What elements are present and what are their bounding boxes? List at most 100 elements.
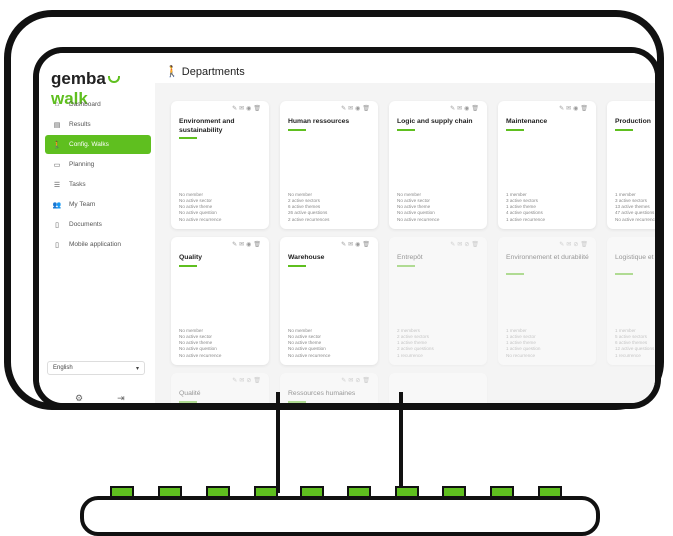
main-content: 🚶 Departments ✎✉◉🗑 Environment and susta… [155, 53, 655, 403]
sidebar-item-label: Planning [69, 161, 95, 168]
department-card[interactable]: ✎✉⊘🗑 Environnement et durabilité 1 membe… [498, 237, 596, 365]
trash-icon[interactable]: 🗑 [362, 106, 372, 112]
card-stat: 47 active questions [615, 210, 655, 216]
card-actions: ✎✉⊘🗑 [450, 241, 481, 248]
card-stat: No active question [288, 346, 326, 352]
home-icon: ⌂ [54, 101, 60, 108]
trash-icon[interactable]: 🗑 [471, 106, 481, 112]
sidebar-item-my-team[interactable]: 👥 My Team [45, 195, 151, 214]
phone-icon: ▯ [55, 241, 59, 249]
department-card[interactable]: ✎✉◉🗑 Human ressources No member 2 active… [280, 101, 378, 229]
card-stats: 2 members 2 active sectors 1 active them… [397, 328, 434, 359]
walker-icon: 🚶 [165, 66, 179, 78]
card-actions: ✎✉⊘🗑 [341, 377, 372, 384]
department-card[interactable]: ✎✉◉🗑 Maintenance 1 member 3 active secto… [498, 101, 596, 229]
sidebar-item-tasks[interactable]: ☰ Tasks [45, 175, 151, 194]
sidebar-item-label: Config. Walks [69, 141, 109, 148]
department-card[interactable]: ✎✉◉🗑 Logic and supply chain No member No… [389, 101, 487, 229]
monitor-stand-left [276, 392, 280, 493]
monitor-base [80, 496, 600, 536]
card-title: Qualité [179, 390, 201, 397]
page-title-text: Departments [181, 66, 245, 78]
card-accent [397, 129, 415, 131]
logo-text-gemba: gemba [51, 69, 106, 88]
card-title: Entrepôt [397, 254, 423, 261]
card-stat: No active recurrence [179, 216, 222, 222]
card-actions: ✎✉◉🗑 [232, 105, 263, 112]
sidebar-item-documents[interactable]: ▯ Documents [45, 215, 151, 234]
sidebar-item-label: Mobile application [69, 241, 122, 248]
trash-icon[interactable]: 🗑 [580, 242, 590, 248]
card-accent [506, 129, 524, 131]
list-icon: ☰ [53, 181, 61, 189]
card-actions: ✎✉◉🗑 [341, 105, 372, 112]
department-card[interactable]: ✎✉◉🗑 Warehouse No member No active secto… [280, 237, 378, 365]
sidebar-item-results[interactable]: ▤ Results [45, 115, 151, 134]
language-select-value: English [53, 365, 73, 371]
card-actions: ✎✉⊘🗑 [559, 241, 590, 248]
card-accent [288, 129, 306, 131]
walker-icon: 🚶 [52, 141, 62, 149]
department-card[interactable]: ✎✉◉🗑 Environment and sustainability No m… [171, 101, 269, 229]
card-stat: No active recurrence [615, 216, 658, 222]
gear-icon[interactable]: ⚙ [75, 393, 83, 403]
language-select[interactable]: English ▾ [47, 361, 145, 375]
trash-icon[interactable]: 🗑 [362, 378, 372, 384]
sidebar-item-mobile-application[interactable]: ▯ Mobile application [45, 235, 151, 254]
card-accent [288, 265, 306, 267]
department-card[interactable]: ✎ Logistique et d'approvision 1 member 5… [607, 237, 655, 365]
sidebar-item-config-walks[interactable]: 🚶 Config. Walks [45, 135, 151, 154]
card-actions: ✎✉◉🗑 [450, 105, 481, 112]
calendar-icon: ▭ [53, 161, 61, 169]
logout-icon[interactable]: ⇥ [117, 393, 125, 403]
department-card[interactable]: ✎ Production 1 member 3 active sectors 1… [607, 101, 658, 229]
sidebar-item-label: My Team [69, 201, 96, 208]
card-actions: ✎✉⊘🗑 [232, 377, 263, 384]
card-accent [397, 265, 415, 267]
team-icon: 👥 [52, 201, 62, 209]
department-card[interactable]: ✎✉⊘🗑 Entrepôt 2 members 2 active sectors… [389, 237, 487, 365]
department-card[interactable]: ✎✉◉🗑 Quality No member No active sector … [171, 237, 269, 365]
card-title: Environnement et durabilité [506, 254, 589, 261]
chevron-down-icon: ▾ [135, 365, 139, 372]
card-stat: No recurrence [506, 352, 536, 358]
trash-icon[interactable]: 🗑 [253, 106, 263, 112]
file-icon: ▯ [55, 221, 59, 229]
card-actions: ✎✉◉🗑 [341, 241, 372, 248]
sidebar-item-dashboard[interactable]: ⌂ Dashboard [45, 95, 151, 114]
card-stat: 1 recurrence [397, 352, 423, 358]
card-stat: 1 active question [506, 346, 541, 352]
trash-icon[interactable]: 🗑 [580, 106, 590, 112]
card-stats: 1 member 3 active sectors 1 active theme… [506, 192, 545, 223]
department-card[interactable]: ✎✉⊘🗑 Qualité [171, 373, 269, 403]
card-stat: No active question [179, 346, 217, 352]
card-stat: 12 active questions [615, 346, 655, 352]
card-stats: No member No active sector No active the… [288, 328, 330, 359]
sidebar-item-label: Dashboard [69, 101, 101, 108]
card-stat: 2 active questions [397, 346, 434, 352]
card-stat: 2 active recurrences [288, 216, 330, 222]
card-stat: 26 active questions [288, 210, 328, 216]
document-icon: ▤ [53, 121, 61, 129]
sidebar-item-label: Tasks [69, 181, 86, 188]
card-title: Production [615, 118, 651, 125]
trash-icon[interactable]: 🗑 [253, 378, 263, 384]
monitor-screen: gembawalk ⌂ Dashboard ▤ Results 🚶 Config. W… [33, 47, 661, 409]
card-title: Quality [179, 254, 203, 261]
card-title: Maintenance [506, 118, 548, 125]
sidebar-item-planning[interactable]: ▭ Planning [45, 155, 151, 174]
card-stats: No member 2 active sectors 6 active them… [288, 192, 329, 223]
trash-icon[interactable]: 🗑 [362, 242, 372, 248]
card-title: Ressources humaines [288, 390, 356, 397]
trash-icon[interactable]: 🗑 [471, 242, 481, 248]
card-accent [615, 273, 633, 275]
card-stat: No active recurrence [179, 352, 222, 358]
sidebar-footer: ⚙ ⇥ [75, 393, 125, 403]
card-actions: ✎✉◉🗑 [559, 105, 590, 112]
department-card[interactable] [389, 373, 487, 403]
card-stats: No member No active sector No active the… [179, 192, 221, 223]
card-stat: No active question [179, 210, 217, 216]
app-screen: gembawalk ⌂ Dashboard ▤ Results 🚶 Config. W… [39, 53, 655, 403]
trash-icon[interactable]: 🗑 [253, 242, 263, 248]
department-card[interactable]: ✎✉⊘🗑 Ressources humaines [280, 373, 378, 403]
